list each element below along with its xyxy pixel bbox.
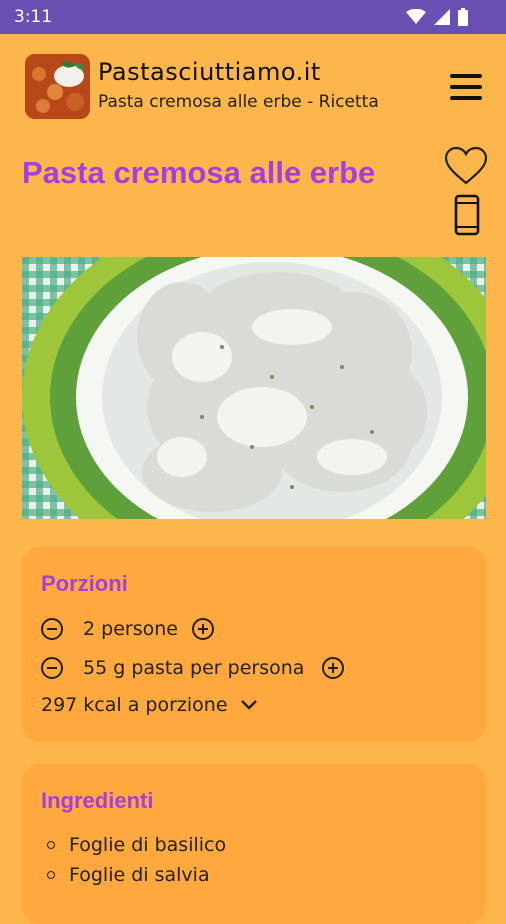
status-icons [406,8,468,26]
ingredients-title: Ingredienti [41,788,154,813]
recipe-photo [22,257,486,519]
app-logo-thumbnail [25,54,90,119]
heart-icon[interactable] [444,146,488,186]
app-header: Pastasciuttiamo.it Pasta cremosa alle er… [0,34,506,144]
app-title: Pastasciuttiamo.it [98,58,321,86]
ingredient-label: Foglie di salvia [69,864,210,886]
decrease-people-icon[interactable] [41,618,63,640]
increase-people-icon[interactable] [191,618,214,640]
pasta-row: 55 g pasta per persona [41,657,345,679]
decrease-pasta-icon[interactable] [41,657,63,679]
ingredient-item: Foglie di salvia [47,864,210,886]
ingredient-item: Foglie di basilico [47,834,226,856]
bullet-icon [47,871,55,879]
battery-icon [458,8,468,26]
hamburger-menu-icon[interactable] [448,72,484,102]
recipe-title: Pasta cremosa alle erbe [22,155,376,190]
ingredients-card: Ingredienti Foglie di basilico Foglie di… [22,764,486,924]
ingredient-label: Foglie di basilico [69,834,227,856]
portions-card: Porzioni 2 persone 55 g pasta per person… [22,547,486,742]
app-subtitle: Pasta cremosa alle erbe - Ricetta [98,92,379,112]
status-bar: 3:11 [0,0,506,34]
portions-title: Porzioni [41,571,128,596]
calories-text: 297 kcal a porzione [41,694,228,716]
status-time: 3:11 [14,7,53,27]
people-row: 2 persone [41,618,214,640]
signal-icon [434,9,450,25]
wifi-icon [406,9,426,24]
people-count: 2 persone [83,618,178,640]
calories-row[interactable]: 297 kcal a porzione [41,694,258,716]
pasta-per-person: 55 g pasta per persona [83,657,305,679]
smartphone-icon[interactable] [454,194,480,236]
increase-pasta-icon[interactable] [322,657,345,679]
bullet-icon [47,841,55,849]
chevron-down-icon[interactable] [240,699,258,711]
